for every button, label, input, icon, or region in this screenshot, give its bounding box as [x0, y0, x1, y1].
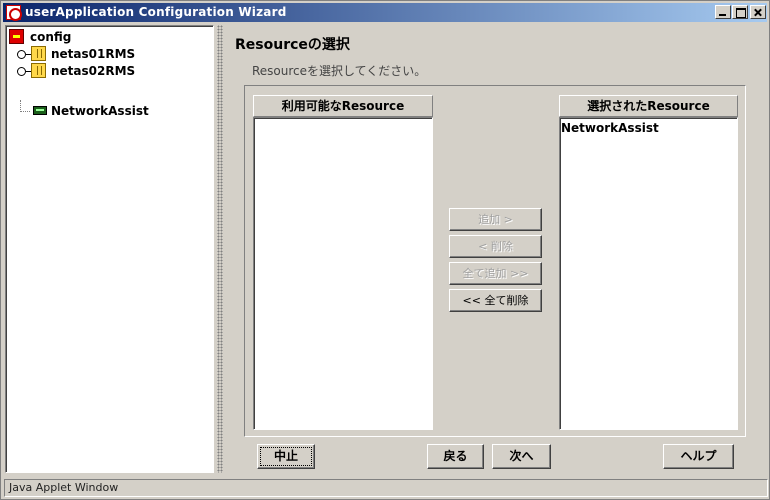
- tree-node-label: NetworkAssist: [51, 104, 149, 118]
- expand-toggle-icon[interactable]: [17, 50, 31, 59]
- tree-node-label: config: [30, 30, 72, 44]
- server-icon: [31, 46, 46, 61]
- tree-node-label: netas02RMS: [51, 64, 136, 78]
- help-button[interactable]: ヘルプ: [663, 444, 734, 469]
- tree-node-label: netas01RMS: [51, 47, 136, 61]
- cancel-button[interactable]: 中止: [257, 444, 315, 469]
- minimize-button[interactable]: [715, 5, 731, 19]
- back-button[interactable]: 戻る: [427, 444, 484, 469]
- config-tree[interactable]: config netas01RMS netas02RMS NetworkAssi…: [5, 25, 214, 473]
- network-card-icon: [33, 106, 47, 115]
- close-button[interactable]: [750, 5, 766, 19]
- page-instruction: Resourceを選択してください。: [252, 64, 427, 78]
- list-item[interactable]: NetworkAssist: [561, 121, 659, 135]
- next-button[interactable]: 次へ: [492, 444, 551, 469]
- add-all-button[interactable]: 全て追加 >>: [449, 262, 542, 285]
- selected-resource-list[interactable]: NetworkAssist: [559, 117, 738, 430]
- selected-list-header: 選択されたResource: [559, 95, 738, 117]
- available-resource-list[interactable]: [253, 117, 433, 430]
- wizard-window: userApplication Configuration Wizard con…: [0, 0, 770, 500]
- available-list-header: 利用可能なResource: [253, 95, 433, 117]
- tree-connector-line: [20, 111, 30, 112]
- status-bar: Java Applet Window: [4, 479, 768, 497]
- config-icon: [9, 29, 24, 44]
- page-title: Resourceの選択: [235, 37, 350, 53]
- window-title: userApplication Configuration Wizard: [25, 5, 287, 19]
- server-icon: [31, 63, 46, 78]
- maximize-button[interactable]: [732, 5, 748, 19]
- add-button[interactable]: 追加 >: [449, 208, 542, 231]
- remove-button[interactable]: < 削除: [449, 235, 542, 258]
- remove-all-button[interactable]: << 全て削除: [449, 289, 542, 312]
- pane-splitter[interactable]: [217, 25, 223, 473]
- title-bar[interactable]: userApplication Configuration Wizard: [3, 3, 767, 22]
- java-app-icon[interactable]: [6, 5, 22, 21]
- expand-toggle-icon[interactable]: [17, 67, 31, 76]
